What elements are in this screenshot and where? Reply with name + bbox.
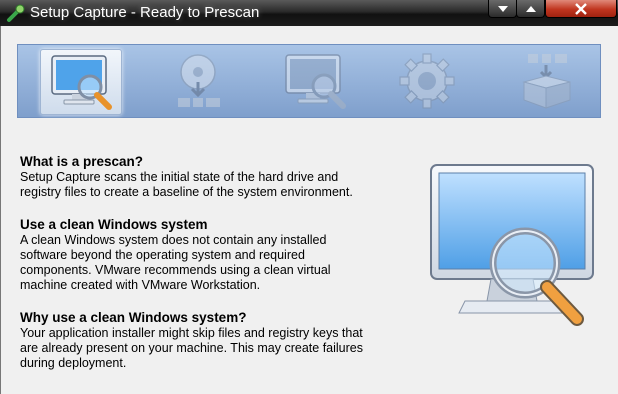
step-prescan bbox=[40, 49, 122, 115]
app-icon bbox=[6, 3, 26, 23]
prescan-illustration bbox=[425, 161, 601, 341]
step-postscan bbox=[275, 49, 355, 113]
section-heading: Why use a clean Windows system? bbox=[20, 310, 247, 325]
wizard-body: What is a prescan? Setup Capture scans t… bbox=[0, 26, 618, 394]
title-bar[interactable]: Setup Capture - Ready to Prescan bbox=[0, 0, 618, 26]
close-icon bbox=[575, 2, 587, 15]
window-title: Setup Capture - Ready to Prescan bbox=[30, 4, 260, 21]
chevron-up-icon bbox=[525, 5, 536, 12]
chevron-down-icon bbox=[497, 5, 508, 12]
progress-banner bbox=[17, 44, 601, 118]
maximize-button[interactable] bbox=[516, 0, 545, 18]
section-what-is-prescan: What is a prescan? Setup Capture scans t… bbox=[20, 154, 410, 200]
package-icon bbox=[522, 54, 571, 109]
section-line: components. VMware recommends using a cl… bbox=[20, 263, 331, 277]
close-button[interactable] bbox=[545, 0, 617, 18]
step-configure bbox=[387, 49, 467, 113]
monitor-magnifier-icon bbox=[285, 54, 346, 109]
section-heading: Use a clean Windows system bbox=[20, 217, 208, 232]
monitor-magnifier-icon bbox=[51, 55, 112, 110]
section-heading: What is a prescan? bbox=[20, 154, 144, 169]
minimize-button[interactable] bbox=[488, 0, 517, 18]
section-line: registry files to create a baseline of t… bbox=[20, 185, 353, 199]
description-panel: What is a prescan? Setup Capture scans t… bbox=[20, 154, 410, 388]
gear-icon bbox=[399, 53, 455, 109]
monitor-magnifier-icon bbox=[430, 164, 594, 326]
section-line: machine created with VMware Workstation. bbox=[20, 278, 261, 292]
section-line: software beyond the operating system and… bbox=[20, 248, 305, 262]
section-line: Your application installer might skip fi… bbox=[20, 326, 363, 340]
section-why-clean: Why use a clean Windows system? Your app… bbox=[20, 310, 410, 371]
disc-install-icon bbox=[178, 54, 220, 107]
section-line: during deployment. bbox=[20, 356, 127, 370]
section-line: are already present on your machine. Thi… bbox=[20, 341, 363, 355]
section-line: A clean Windows system does not contain … bbox=[20, 233, 327, 247]
section-clean-windows: Use a clean Windows system A clean Windo… bbox=[20, 217, 410, 293]
setup-capture-window: Setup Capture - Ready to Prescan What is… bbox=[0, 0, 618, 394]
step-build bbox=[507, 49, 587, 113]
section-line: Setup Capture scans the initial state of… bbox=[20, 170, 339, 184]
step-install bbox=[159, 49, 239, 113]
